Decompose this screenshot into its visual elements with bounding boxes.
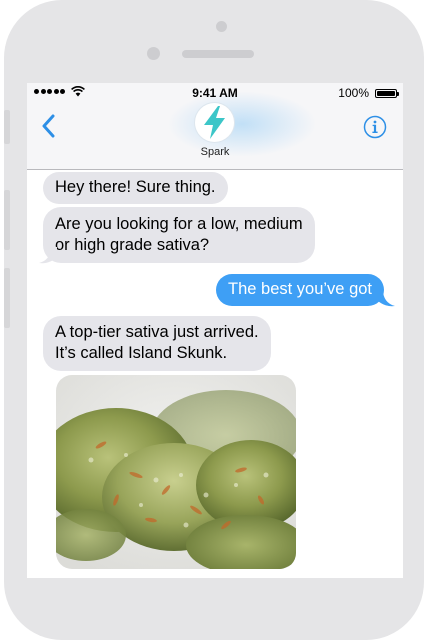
status-bar: 9:41 AM 100% bbox=[27, 83, 403, 103]
message-text: Hey there! Sure thing. bbox=[55, 178, 216, 196]
mute-switch bbox=[4, 110, 10, 144]
outgoing-bubble-tail bbox=[377, 290, 395, 307]
info-icon[interactable] bbox=[363, 115, 387, 139]
earpiece-speaker bbox=[182, 50, 254, 58]
battery-percentage: 100% bbox=[338, 86, 369, 100]
incoming-message-bubble[interactable]: Are you looking for a low, medium or hig… bbox=[43, 207, 315, 263]
front-camera bbox=[216, 21, 227, 32]
messages-screen: 9:41 AM 100% Spark Hey there! Sure thing… bbox=[27, 83, 403, 578]
conversation-header: 9:41 AM 100% Spark bbox=[27, 83, 403, 170]
lightning-bolt-icon bbox=[204, 106, 225, 139]
message-text: The best you’ve got bbox=[228, 280, 373, 298]
message-text-line: A top-tier sativa just arrived. bbox=[55, 323, 259, 341]
contact-name[interactable]: Spark bbox=[27, 146, 403, 158]
message-text-line: It’s called Island Skunk. bbox=[55, 344, 228, 362]
incoming-message-bubble[interactable]: Hey there! Sure thing. bbox=[43, 172, 228, 204]
battery-icon bbox=[375, 89, 399, 98]
proximity-sensor bbox=[147, 47, 160, 60]
contact-avatar[interactable] bbox=[195, 103, 234, 142]
outgoing-message-bubble[interactable]: The best you’ve got bbox=[216, 274, 385, 306]
volume-up-button bbox=[4, 190, 10, 250]
volume-down-button bbox=[4, 268, 10, 328]
incoming-bubble-tail bbox=[39, 247, 57, 264]
back-chevron-icon[interactable] bbox=[38, 113, 60, 139]
message-text-line: or high grade sativa? bbox=[55, 236, 210, 254]
incoming-message-bubble[interactable]: A top-tier sativa just arrived. It’s cal… bbox=[43, 316, 271, 371]
cannabis-bud-image bbox=[56, 375, 296, 569]
message-text-line: Are you looking for a low, medium bbox=[55, 215, 303, 233]
cannabis-bud-photo[interactable] bbox=[56, 375, 296, 569]
